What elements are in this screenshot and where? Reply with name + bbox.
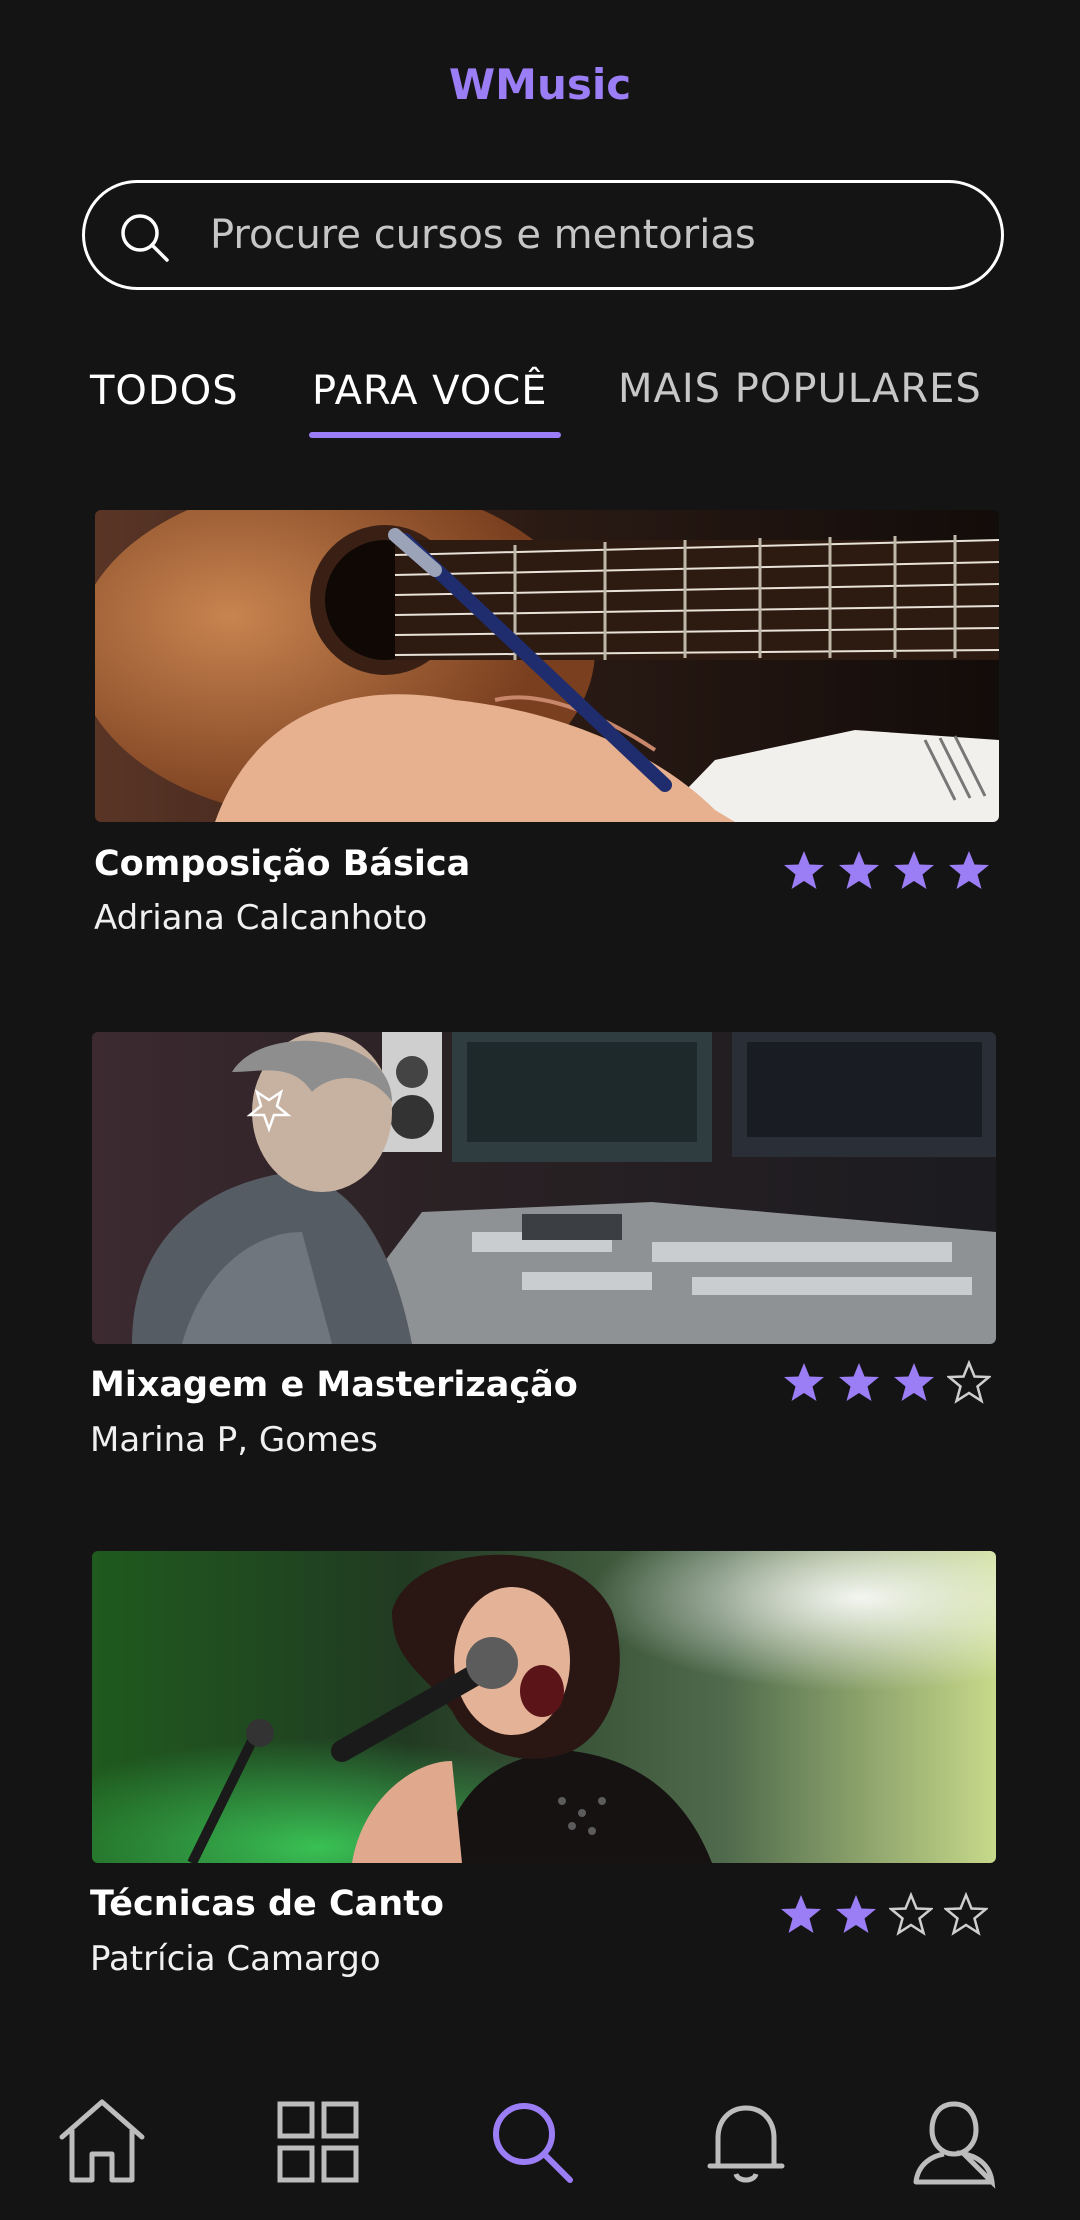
course-thumbnail[interactable] bbox=[92, 1551, 996, 1863]
tab-mais-populares[interactable]: MAIS POPULARES bbox=[618, 366, 982, 412]
course-thumbnail[interactable] bbox=[92, 1032, 996, 1344]
star-filled-icon bbox=[839, 851, 879, 889]
course-author: Patrícia Camargo bbox=[90, 1939, 381, 1979]
search-icon[interactable] bbox=[482, 2092, 582, 2192]
rating-stars bbox=[779, 1892, 988, 1936]
grid-icon[interactable] bbox=[268, 2092, 368, 2192]
guitar-notebook-photo bbox=[95, 510, 999, 822]
course-title: Composição Básica bbox=[94, 844, 471, 884]
user-icon[interactable] bbox=[904, 2092, 1004, 2192]
tab-todos[interactable]: TODOS bbox=[90, 368, 239, 414]
singer-on-stage-photo bbox=[92, 1551, 996, 1863]
bell-icon[interactable] bbox=[696, 2092, 796, 2192]
search-input[interactable] bbox=[210, 205, 970, 265]
star-filled-icon bbox=[784, 851, 824, 889]
star-empty-icon bbox=[947, 1360, 991, 1404]
star-filled-icon bbox=[784, 1363, 824, 1401]
search-bar[interactable] bbox=[82, 180, 1004, 290]
star-filled-icon bbox=[949, 851, 989, 889]
course-title: Mixagem e Masterização bbox=[90, 1365, 578, 1405]
screen: WMusic TODOS PARA VOCÊ MAIS POPULARES bbox=[0, 0, 1080, 2220]
star-empty-icon bbox=[944, 1892, 988, 1936]
star-empty-icon bbox=[889, 1892, 933, 1936]
star-filled-icon bbox=[894, 851, 934, 889]
bottom-navigation bbox=[0, 2070, 1080, 2220]
star-filled-icon bbox=[839, 1363, 879, 1401]
app-title: WMusic bbox=[448, 60, 632, 109]
star-filled-icon bbox=[781, 1895, 821, 1933]
active-tab-indicator bbox=[309, 432, 561, 438]
rating-stars bbox=[782, 1360, 991, 1404]
star-filled-icon bbox=[836, 1895, 876, 1933]
course-thumbnail[interactable] bbox=[95, 510, 999, 822]
course-author: Adriana Calcanhoto bbox=[94, 898, 428, 938]
search-icon bbox=[121, 214, 169, 262]
course-author: Marina P, Gomes bbox=[90, 1420, 378, 1460]
rating-stars bbox=[782, 848, 991, 892]
course-title: Técnicas de Canto bbox=[90, 1884, 444, 1924]
tab-para-voce[interactable]: PARA VOCÊ bbox=[312, 368, 548, 414]
mixing-console-photo bbox=[92, 1032, 996, 1344]
star-filled-icon bbox=[894, 1363, 934, 1401]
home-icon[interactable] bbox=[52, 2092, 152, 2192]
